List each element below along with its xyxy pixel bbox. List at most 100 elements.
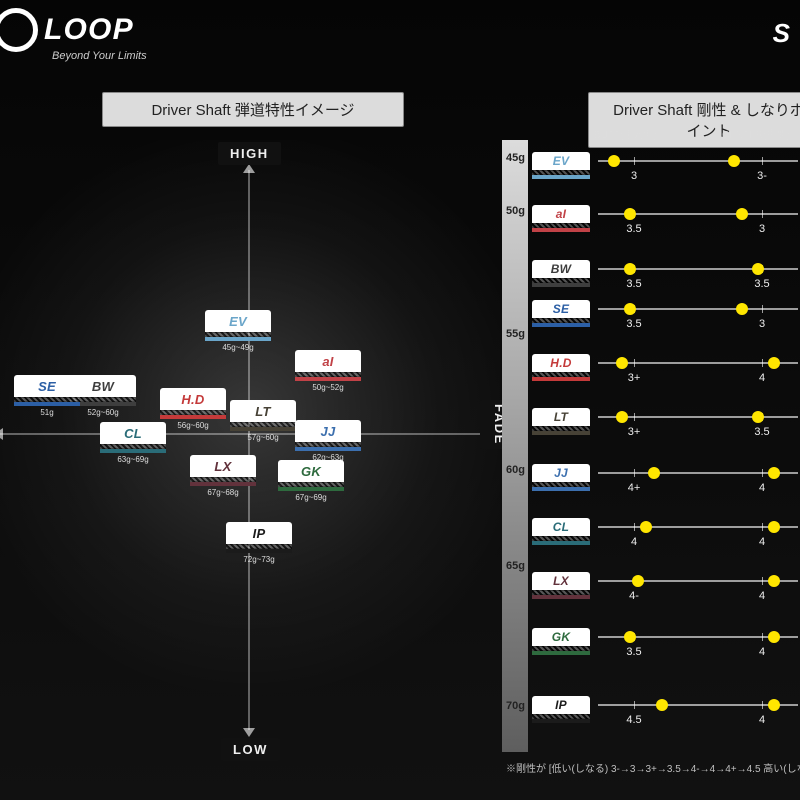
shaft-chip-ai: aI 50g~52g — [295, 350, 361, 392]
row-shaft-chip: LX — [532, 572, 590, 599]
shaft-color-bar — [100, 449, 166, 453]
shaft-color-bar — [205, 337, 271, 341]
shaft-name: LT — [554, 410, 568, 424]
butt-value: 4.5 — [622, 714, 646, 726]
arrow-left-icon — [0, 428, 3, 440]
shaft-color-bar — [14, 402, 80, 406]
center-dot — [768, 575, 780, 587]
shaft-color-bar — [532, 431, 590, 435]
shaft-name: EV — [229, 314, 247, 329]
shaft-weight-range: 56g~60g — [160, 421, 226, 430]
weight-tick: 55g — [502, 328, 528, 340]
stiffness-panel: BUTT(手元側) CENTER(中間) 45g50g55g60g65g70g … — [502, 140, 800, 780]
shaft-name: IP — [253, 526, 266, 541]
butt-dot — [624, 208, 636, 220]
shaft-color-bar — [532, 651, 590, 655]
left-panel-title: Driver Shaft 弾道特性イメージ — [102, 92, 404, 127]
shaft-chip-lt: LT 57g~60g — [230, 400, 296, 442]
row-shaft-chip: aI — [532, 205, 590, 232]
shaft-color-bar — [532, 541, 590, 545]
weight-tick: 70g — [502, 700, 528, 712]
stiffness-slider: 3.53 — [598, 308, 798, 310]
shaft-weight-range: 63g~69g — [100, 455, 166, 464]
center-value: 4 — [750, 536, 774, 548]
shaft-name: SE — [553, 302, 570, 316]
stiffness-row-se: SE 3.53 — [532, 300, 800, 338]
shaft-color-bar — [532, 175, 590, 179]
shaft-name: JJ — [321, 424, 336, 439]
shaft-color-bar — [295, 447, 361, 451]
stiffness-slider: 3.53.5 — [598, 268, 798, 270]
center-value: 4 — [750, 646, 774, 658]
shaft-name: aI — [322, 354, 333, 369]
butt-value: 3.5 — [622, 646, 646, 658]
stiffness-row-ip: IP 4.54 — [532, 696, 800, 734]
shaft-chip-cl: CL 63g~69g — [100, 422, 166, 464]
shaft-name: EV — [553, 154, 570, 168]
center-value: 3 — [750, 223, 774, 235]
center-value: 4 — [750, 482, 774, 494]
weight-tick: 50g — [502, 205, 528, 217]
stiffness-slider: 4+4 — [598, 472, 798, 474]
butt-value: 3+ — [622, 426, 646, 438]
weight-tick: 65g — [502, 560, 528, 572]
butt-dot — [616, 411, 628, 423]
stiffness-row-bw: BW 3.53.5 — [532, 260, 800, 298]
stiffness-slider: 44 — [598, 526, 798, 528]
butt-dot — [608, 155, 620, 167]
stiffness-row-lt: LT 3+3.5 — [532, 408, 800, 446]
weight-ladder — [502, 140, 528, 752]
butt-value: 4 — [622, 536, 646, 548]
shaft-weight-range: 67g~69g — [278, 493, 344, 502]
center-dot — [768, 631, 780, 643]
arrow-down-icon — [243, 728, 255, 737]
center-dot — [752, 411, 764, 423]
shaft-color-bar — [278, 487, 344, 491]
shaft-name: H.D — [550, 356, 571, 370]
center-dot — [768, 467, 780, 479]
stiffness-row-gk: GK 3.54 — [532, 628, 800, 666]
center-dot — [736, 208, 748, 220]
shaft-color-bar — [532, 283, 590, 287]
butt-dot — [624, 303, 636, 315]
arrow-up-icon — [243, 164, 255, 173]
shaft-weight-range: 45g~49g — [205, 343, 271, 352]
center-value: 3 — [750, 318, 774, 330]
shaft-name: BW — [551, 262, 571, 276]
shaft-color-bar — [226, 549, 292, 553]
stiffness-slider: 3.54 — [598, 636, 798, 638]
butt-value: 3.5 — [622, 278, 646, 290]
butt-value: 3 — [622, 170, 646, 182]
center-dot — [736, 303, 748, 315]
shaft-name: CL — [553, 520, 569, 534]
right-corner-mark: S — [773, 18, 790, 49]
butt-dot — [624, 263, 636, 275]
stiffness-slider: 4-4 — [598, 580, 798, 582]
row-shaft-chip: BW — [532, 260, 590, 287]
shaft-weight-range: 67g~68g — [190, 488, 256, 497]
shaft-weight-range: 51g — [14, 408, 80, 417]
center-dot — [752, 263, 764, 275]
shaft-name: SE — [38, 379, 56, 394]
shaft-name: JJ — [554, 466, 568, 480]
butt-dot — [648, 467, 660, 479]
center-value: 3.5 — [750, 426, 774, 438]
row-shaft-chip: LT — [532, 408, 590, 435]
shaft-chip-jj: JJ 62g~63g — [295, 420, 361, 462]
stiffness-slider: 3+4 — [598, 362, 798, 364]
shaft-name: CL — [124, 426, 142, 441]
row-shaft-chip: GK — [532, 628, 590, 655]
butt-dot — [640, 521, 652, 533]
shaft-color-bar — [532, 228, 590, 232]
shaft-color-bar — [532, 323, 590, 327]
col-head-center: CENTER(中間) — [722, 126, 790, 141]
shaft-color-bar — [532, 595, 590, 599]
stiffness-row-lx: LX 4-4 — [532, 572, 800, 610]
axis-vertical — [248, 170, 250, 730]
axis-label-high: HIGH — [218, 142, 281, 165]
trajectory-quadrant: HIGH LOW FADE EV 45g~49gaI 50g~52gBW 52g… — [0, 140, 500, 740]
shaft-color-bar — [532, 377, 590, 381]
row-shaft-chip: SE — [532, 300, 590, 327]
stiffness-slider: 3+3.5 — [598, 416, 798, 418]
row-shaft-chip: H.D — [532, 354, 590, 381]
